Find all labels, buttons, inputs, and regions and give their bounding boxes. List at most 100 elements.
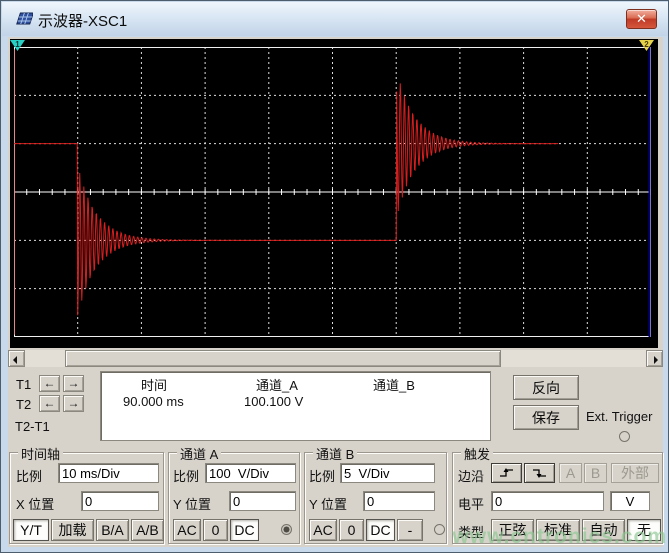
window-title: 示波器-XSC1 [38,13,128,30]
trigger-nor-button[interactable]: 标准 [536,519,580,541]
channel-b-dc-label: DC [370,522,391,538]
reverse-button-label: 反向 [532,379,560,396]
reverse-button[interactable]: 反向 [513,375,579,400]
trigger-type-label: 类型 [458,525,485,540]
trigger-auto-label: 自动 [589,522,618,538]
yt-button-label: Y/T [20,522,42,538]
channel-a-scale-label: 比例 [173,469,200,484]
channel-b-minus-label: - [407,522,413,538]
column-channel-b: 通道_B [373,378,415,393]
channel-a-ypos-input[interactable] [229,491,296,511]
t1-channel-a-value: 100.100 V [244,394,304,409]
rising-edge-icon [500,468,513,477]
trigger-group: 触发 边沿 A B 外部 电平 V 类型 正弦 标准 [452,444,663,544]
cursor2-label: 2 [644,40,649,49]
channel-b-ypos-input[interactable] [363,491,435,511]
close-icon: ✕ [636,11,647,26]
channel-a-title: 通道 A [177,444,222,463]
column-channel-a: 通道_A [256,378,298,393]
add-button-label: 加载 [58,522,87,538]
instrument-icon [16,12,33,25]
scope-display: 1 2 [10,39,658,348]
trigger-level-input[interactable] [491,491,604,511]
channel-a-group: 通道 A 比例 Y 位置 AC 0 DC [168,444,300,544]
channel-b-ypos-label: Y 位置 [309,497,348,512]
ba-mode-button[interactable]: B/A [96,519,129,541]
timebase-xpos-label: X 位置 [16,497,55,512]
horizontal-scrollbar[interactable] [8,350,663,367]
ab-mode-button[interactable]: A/B [131,519,164,541]
t1-left-button[interactable]: ← [39,375,60,392]
save-button[interactable]: 保存 [513,405,579,430]
trigger-auto-button[interactable]: 自动 [582,519,625,541]
channel-b-ac-label: AC [313,522,333,538]
trigger-a-label: A [565,465,576,481]
trigger-ext-button[interactable]: 外部 [611,463,659,483]
scope-grid-and-trace [14,47,651,337]
ext-trigger-label: Ext. Trigger [586,409,653,424]
channel-a-dc-label: DC [234,522,255,538]
t2-minus-t1-label: T2-T1 [15,419,50,434]
save-button-label: 保存 [532,409,560,426]
channel-a-terminal-radio[interactable] [281,524,292,535]
measurement-readout: 时间 通道_A 通道_B 90.000 ms 100.100 V [100,371,491,441]
right-arrow-icon: → [67,376,80,390]
trigger-b-button[interactable]: B [584,463,607,483]
t1-label: T1 [16,377,32,392]
trigger-none-button[interactable]: 无 [627,519,661,541]
trigger-sing-label: 正弦 [498,522,527,538]
channel-b-group: 通道 B 比例 Y 位置 AC 0 DC - [304,444,447,544]
trigger-falling-edge-button[interactable] [524,463,555,483]
close-button[interactable]: ✕ [626,9,657,29]
trigger-rising-edge-button[interactable] [491,463,522,483]
t1-right-button[interactable]: → [63,375,84,392]
trigger-title: 触发 [461,444,494,463]
trigger-sing-button[interactable]: 正弦 [491,519,534,541]
right-arrow-icon [654,356,658,364]
channel-b-terminal-radio[interactable] [434,524,445,535]
falling-edge-icon [533,469,546,478]
timebase-group: 时间轴 比例 X 位置 Y/T 加载 B/A A/B [9,444,164,544]
channel-a-ac-label: AC [177,522,197,538]
window-content: 1 2 T1 ← → T2 ← → T2-T1 时间 通道_A 通道_B 90.… [8,37,663,547]
channel-b-minus-button[interactable]: - [397,519,423,541]
left-arrow-icon [13,356,17,364]
trigger-nor-label: 标准 [544,522,572,538]
channel-b-dc-button[interactable]: DC [366,519,395,541]
yt-mode-button[interactable]: Y/T [13,519,49,541]
trigger-level-unit: V [625,493,635,509]
trigger-level-label: 电平 [458,497,485,512]
timebase-scale-input[interactable] [58,463,159,483]
left-arrow-icon: ← [43,376,56,390]
add-mode-button[interactable]: 加载 [51,519,94,541]
left-arrow-icon: ← [43,396,56,410]
channel-a-ac-button[interactable]: AC [173,519,201,541]
cursor1-label: 1 [15,40,20,49]
ab-button-label: A/B [136,522,159,538]
t1-time-value: 90.000 ms [123,394,184,409]
t2-label: T2 [16,397,32,412]
title-bar[interactable]: 示波器-XSC1 ✕ [2,2,668,36]
channel-b-scale-input[interactable] [340,463,435,483]
trigger-level-unit-select[interactable]: V [610,491,650,511]
ext-trigger-terminal[interactable] [619,431,630,442]
timebase-xpos-input[interactable] [81,491,159,511]
channel-a-scale-input[interactable] [205,463,296,483]
scroll-left-button[interactable] [8,350,25,367]
timebase-title: 时间轴 [18,444,64,463]
timebase-scale-label: 比例 [16,469,43,484]
channel-b-ac-button[interactable]: AC [309,519,337,541]
t2-right-button[interactable]: → [63,395,84,412]
channel-a-dc-button[interactable]: DC [230,519,259,541]
scroll-right-button[interactable] [646,350,663,367]
t2-left-button[interactable]: ← [39,395,60,412]
trigger-a-button[interactable]: A [559,463,582,483]
channel-b-zero-button[interactable]: 0 [339,519,364,541]
channel-a-zero-button[interactable]: 0 [203,519,228,541]
channel-b-scale-label: 比例 [309,469,336,484]
scrollbar-thumb[interactable] [65,350,501,367]
channel-b-title: 通道 B [313,444,358,463]
channel-a-ypos-label: Y 位置 [173,497,212,512]
oscilloscope-window: 示波器-XSC1 ✕ 1 2 T1 ← → T2 ← → T2-T1 时间 通道… [0,0,669,553]
channel-b-zero-label: 0 [347,522,356,538]
